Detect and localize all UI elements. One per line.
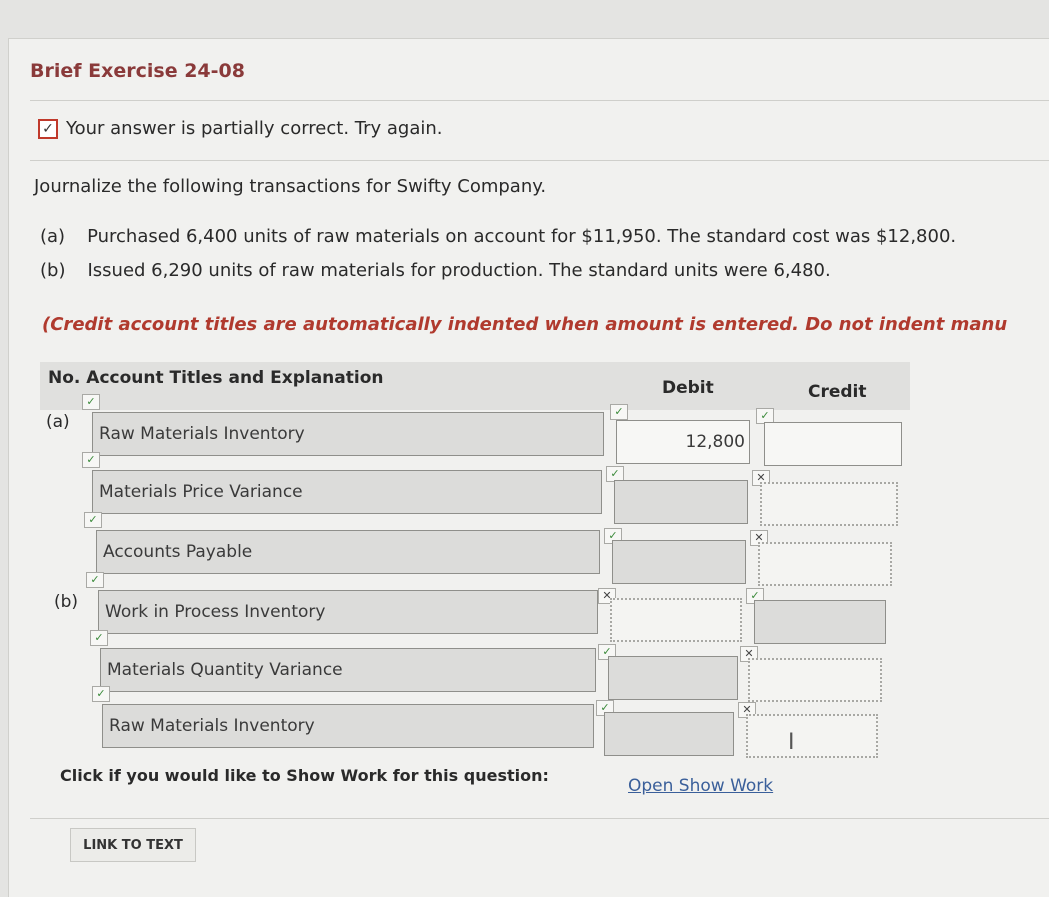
header-account: No. Account Titles and Explanation (48, 368, 384, 388)
check-icon: ✓ (82, 452, 100, 468)
transaction-text: Purchased 6,400 units of raw materials o… (87, 226, 957, 247)
account-field[interactable]: Materials Quantity Variance (100, 648, 596, 692)
question-prompt: Journalize the following transactions fo… (34, 176, 547, 197)
entry-label: (b) (54, 592, 79, 612)
check-icon: ✓ (90, 630, 108, 646)
debit-field[interactable] (610, 598, 742, 642)
header-debit: Debit (662, 378, 714, 398)
credit-field[interactable] (764, 422, 902, 466)
credit-field[interactable] (746, 714, 878, 758)
divider (30, 160, 1049, 161)
transaction-label: (b) (40, 260, 66, 281)
transaction-label: (a) (40, 226, 66, 247)
link-to-text-button[interactable]: LINK TO TEXT (70, 828, 196, 862)
divider (30, 818, 1049, 819)
divider (30, 100, 1049, 101)
account-field[interactable]: Raw Materials Inventory (102, 704, 594, 748)
debit-field[interactable] (614, 480, 748, 524)
account-field[interactable]: Work in Process Inventory (98, 590, 598, 634)
status-text: Your answer is partially correct. Try ag… (66, 118, 443, 139)
journal-table-header: No. Account Titles and Explanation Debit… (40, 362, 910, 410)
debit-field[interactable] (608, 656, 738, 700)
account-field[interactable]: Accounts Payable (96, 530, 600, 574)
check-icon: ✓ (84, 512, 102, 528)
exercise-title: Brief Exercise 24-08 (30, 60, 245, 82)
transaction-a: (a) Purchased 6,400 units of raw materia… (40, 226, 956, 247)
answer-status: ✓ Your answer is partially correct. Try … (38, 118, 443, 139)
debit-field[interactable] (612, 540, 746, 584)
text-cursor-icon: I (788, 730, 795, 755)
debit-field[interactable]: 12,800 (616, 420, 750, 464)
check-icon: ✓ (86, 572, 104, 588)
account-field[interactable]: Materials Price Variance (92, 470, 602, 514)
check-icon: ✓ (610, 404, 628, 420)
transaction-text: Issued 6,290 units of raw materials for … (87, 260, 831, 281)
check-icon: ✓ (92, 686, 110, 702)
show-work-prompt: Click if you would like to Show Work for… (60, 766, 549, 785)
partial-check-icon: ✓ (38, 118, 58, 139)
header-credit: Credit (808, 382, 867, 402)
check-icon: ✓ (82, 394, 100, 410)
credit-field[interactable] (760, 482, 898, 526)
transaction-b: (b) Issued 6,290 units of raw materials … (40, 260, 831, 281)
credit-field[interactable] (758, 542, 892, 586)
debit-field[interactable] (604, 712, 734, 756)
account-field[interactable]: Raw Materials Inventory (92, 412, 604, 456)
instruction-note: (Credit account titles are automatically… (42, 314, 1008, 335)
credit-field[interactable] (748, 658, 882, 702)
entry-label: (a) (46, 412, 70, 432)
credit-field[interactable] (754, 600, 886, 644)
open-show-work-link[interactable]: Open Show Work (628, 776, 773, 796)
